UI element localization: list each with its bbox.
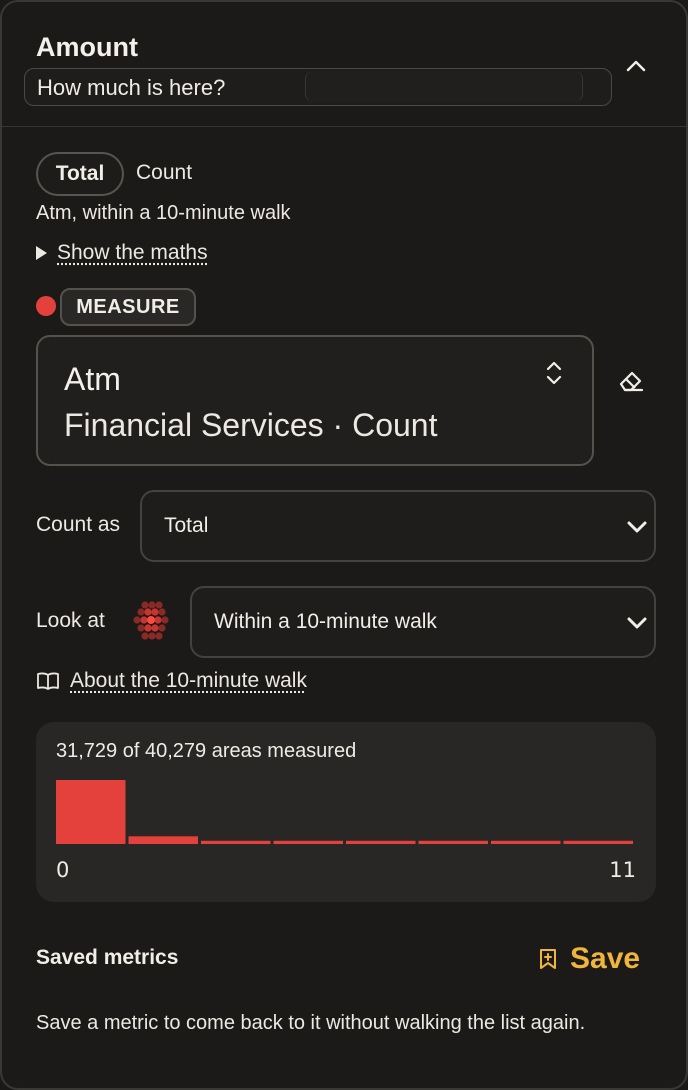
save-button[interactable]: Save: [538, 940, 640, 978]
metric-description: Atm, within a 10-minute walk: [36, 202, 291, 224]
about-walk-link-row[interactable]: About the 10-minute walk: [36, 667, 307, 695]
look-at-value: Within a 10-minute walk: [214, 610, 437, 633]
histogram-bar: [563, 840, 633, 844]
collapse-button[interactable]: [620, 50, 652, 82]
axis-max-label: 11: [609, 858, 636, 882]
measure-select[interactable]: Atm Financial Services · Count: [36, 335, 594, 466]
panel-header: Amount How much is here?: [2, 2, 686, 127]
show-maths-link[interactable]: Show the maths: [57, 241, 208, 265]
saved-metrics-label: Saved metrics: [36, 946, 179, 969]
histogram-bar: [346, 840, 416, 844]
chevron-down-icon: [627, 521, 647, 533]
toggle-count[interactable]: Count: [136, 161, 192, 185]
measure-name: Atm: [64, 361, 121, 397]
toggle-total[interactable]: Total: [36, 152, 124, 196]
chevron-up-icon: [626, 60, 646, 72]
about-walk-link[interactable]: About the 10-minute walk: [70, 669, 307, 693]
chevron-down-icon: [627, 617, 647, 629]
bookmark-plus-icon: [540, 949, 556, 969]
panel-title: Amount: [36, 32, 138, 62]
show-maths-toggle[interactable]: Show the maths: [36, 240, 208, 266]
histogram-chart: [56, 780, 633, 844]
amount-panel: Amount How much is here? Total Count Atm…: [0, 0, 688, 1090]
saved-metrics-note: Save a metric to come back to it without…: [36, 1012, 586, 1034]
count-as-select[interactable]: Total: [140, 490, 656, 562]
axis-min-label: 0: [56, 858, 70, 882]
histogram-bar: [418, 840, 488, 844]
histogram-bar: [128, 836, 198, 844]
histogram-bar: [56, 780, 126, 844]
histogram-bar: [201, 840, 271, 844]
measure-tag: MEASURE: [60, 288, 196, 326]
panel-subtitle: How much is here?: [37, 75, 226, 100]
subtitle-field: How much is here?: [24, 68, 612, 106]
chevron-up-down-icon: [546, 361, 562, 385]
eraser-icon[interactable]: [616, 366, 646, 396]
look-at-select[interactable]: Within a 10-minute walk: [190, 586, 656, 658]
disclosure-triangle-icon: [36, 246, 47, 260]
measure-color-dot: [36, 296, 56, 316]
histogram-card: 31,729 of 40,279 areas measured 0 11: [36, 722, 656, 902]
count-as-value: Total: [164, 514, 209, 537]
histogram-bar: [491, 840, 561, 844]
histogram-bar: [273, 840, 343, 844]
look-at-label: Look at: [36, 609, 105, 632]
count-as-label: Count as: [36, 513, 121, 536]
book-open-icon: [37, 672, 59, 690]
measure-category: Financial Services · Count: [64, 407, 438, 443]
save-button-label: Save: [570, 942, 641, 975]
subtitle-field-segment: [305, 71, 583, 102]
hex-grid-icon: [133, 601, 169, 640]
